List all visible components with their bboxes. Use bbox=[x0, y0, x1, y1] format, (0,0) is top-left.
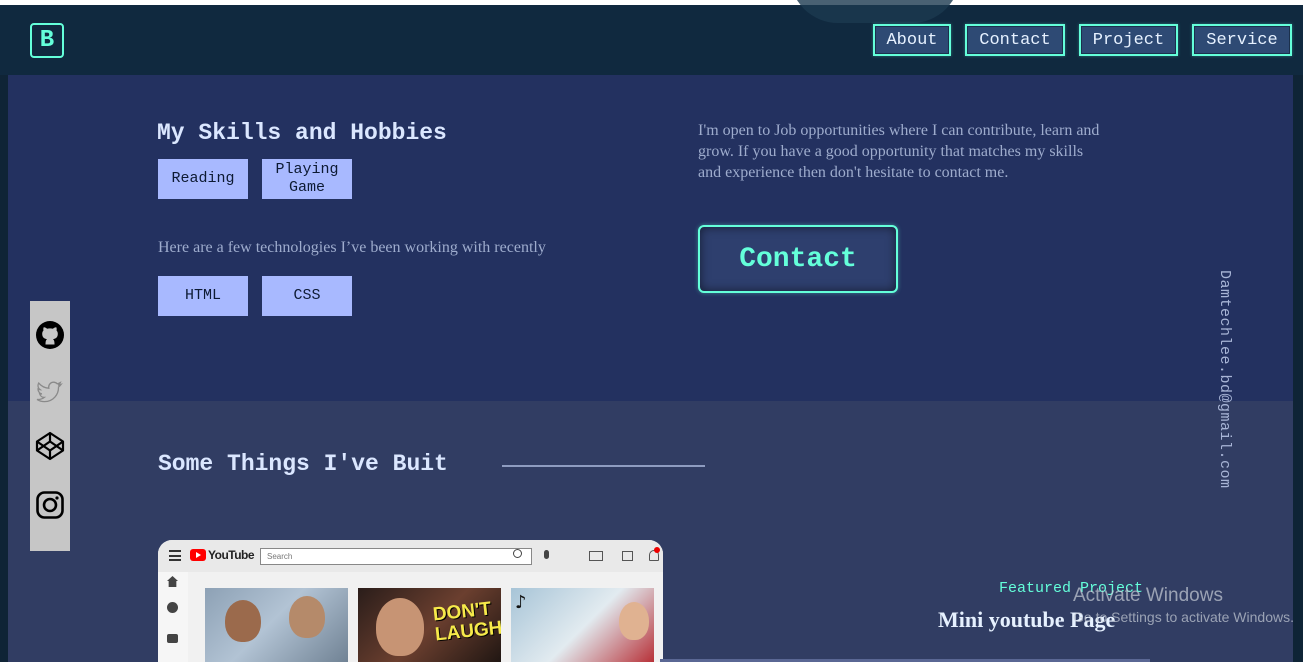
social-sidebar bbox=[30, 301, 70, 551]
site-logo[interactable]: B bbox=[30, 23, 64, 58]
github-icon[interactable] bbox=[35, 320, 65, 350]
tiktok-icon: ♪ bbox=[515, 592, 527, 613]
search-icon bbox=[513, 549, 522, 558]
tech-intro-text: Here are a few technologies I’ve been wo… bbox=[158, 239, 546, 256]
windows-activation-subtitle: Go to Settings to activate Windows. bbox=[1073, 609, 1294, 625]
mic-icon bbox=[544, 550, 549, 559]
youtube-logo-icon bbox=[190, 549, 206, 561]
video-thumbnail: DON'T LAUGH bbox=[358, 588, 501, 662]
codepen-icon[interactable] bbox=[35, 431, 65, 461]
home-icon bbox=[167, 576, 178, 587]
subscriptions-icon bbox=[167, 634, 178, 643]
hobby-chip-playing-game: Playing Game bbox=[262, 159, 352, 199]
preview-sidebar bbox=[158, 572, 188, 662]
skills-heading: My Skills and Hobbies bbox=[157, 120, 447, 146]
nav-project-button[interactable]: Project bbox=[1079, 24, 1178, 56]
upload-icon bbox=[589, 551, 603, 561]
contact-button[interactable]: Contact bbox=[698, 225, 898, 293]
tech-chip-html: HTML bbox=[158, 276, 248, 316]
preview-topbar: YouTube Search bbox=[158, 540, 663, 572]
person-face bbox=[225, 600, 261, 642]
nav-about-button[interactable]: About bbox=[873, 24, 951, 56]
nav-service-button[interactable]: Service bbox=[1192, 24, 1292, 56]
preview-logo-text: YouTube bbox=[208, 548, 255, 562]
person-face bbox=[619, 602, 649, 640]
apps-icon bbox=[622, 551, 633, 561]
preview-search-box: Search bbox=[260, 548, 532, 565]
notification-badge bbox=[654, 547, 660, 553]
twitter-icon[interactable] bbox=[35, 376, 65, 406]
video-thumbnail bbox=[205, 588, 348, 662]
tech-chip-css: CSS bbox=[262, 276, 352, 316]
email-link[interactable]: Damtechlee.bd@gmail.com bbox=[1216, 270, 1233, 489]
contact-text: I'm open to Job opportunities where I ca… bbox=[698, 122, 1100, 181]
decorative-circle bbox=[790, 0, 960, 23]
project-preview-image[interactable]: YouTube Search DON'T LAUGH ♪ bbox=[158, 540, 663, 662]
person-face bbox=[376, 598, 424, 656]
heading-divider bbox=[502, 465, 705, 467]
thumbnail-text: DON'T LAUGH bbox=[431, 598, 501, 646]
windows-activation-title: Activate Windows bbox=[1073, 585, 1223, 606]
menu-icon bbox=[169, 550, 181, 561]
nav-contact-button[interactable]: Contact bbox=[965, 24, 1065, 56]
navbar: B About Contact Project Service bbox=[0, 0, 1303, 75]
video-thumbnail: ♪ bbox=[511, 588, 654, 662]
explore-icon bbox=[167, 602, 178, 613]
projects-heading: Some Things I've Buit bbox=[158, 451, 448, 477]
hobby-chip-reading: Reading bbox=[158, 159, 248, 199]
page-edge bbox=[1293, 75, 1303, 662]
person-face bbox=[289, 596, 325, 638]
instagram-icon[interactable] bbox=[35, 490, 65, 520]
